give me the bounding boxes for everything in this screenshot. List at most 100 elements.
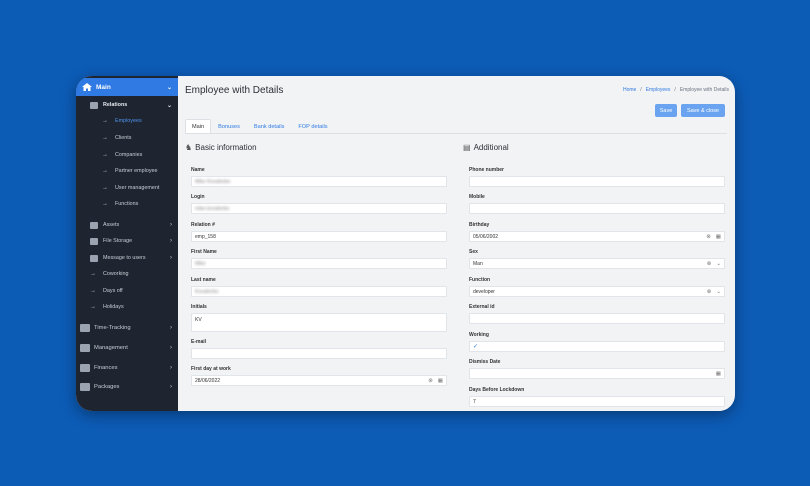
tab-bank-details[interactable]: Bank details (247, 119, 291, 133)
sidebar-item-main[interactable]: Main ⌄ (76, 78, 178, 96)
sidebar-item-finances[interactable]: Finances › (76, 362, 178, 374)
arrow-right-icon: → (90, 288, 96, 294)
sidebar-item-user-management[interactable]: → User management (76, 182, 178, 194)
home-icon (82, 83, 92, 91)
basic-info-title: ♞ Basic information (185, 143, 257, 152)
sidebar-main-label: Main (96, 83, 111, 91)
chevron-down-icon: ⌄ (166, 84, 172, 91)
sidebar-item-days-off[interactable]: → Days off (76, 285, 178, 297)
clear-icon[interactable]: ⊗ (706, 234, 711, 240)
chevron-right-icon: › (170, 365, 172, 371)
tab-fop-details[interactable]: FOP details (291, 119, 334, 133)
first-name-field[interactable]: Mike (191, 258, 447, 269)
clear-icon[interactable]: ⊗ (707, 261, 712, 267)
sidebar-item-assets[interactable]: Assets › (76, 219, 178, 231)
calendar-icon[interactable]: ▦ (716, 234, 721, 240)
sidebar-item-partner-employee[interactable]: → Partner employee (76, 165, 178, 177)
arrow-right-icon: → (102, 201, 108, 207)
sex-select[interactable]: Man ⊗ ⌄ (469, 258, 725, 269)
arrow-right-icon: → (90, 271, 96, 277)
function-select[interactable]: developer ⊗ ⌄ (469, 286, 725, 297)
birthday-label: Birthday (469, 222, 490, 228)
breadcrumb-separator: / (640, 87, 642, 93)
section-title-text: Additional (473, 143, 509, 152)
chevron-right-icon: › (170, 222, 172, 228)
sidebar-item-file-storage[interactable]: File Storage › (76, 235, 178, 247)
sidebar-item-label: Companies (115, 152, 143, 158)
sidebar-item-label: Packages (94, 384, 120, 390)
sex-label: Sex (469, 249, 478, 255)
form-panel: ♞ Basic information Name Mike Kovalenko … (185, 133, 727, 411)
sex-value: Man (473, 260, 483, 267)
days-lockdown-field[interactable]: 7 (469, 396, 725, 407)
sidebar-item-packages[interactable]: Packages › (76, 381, 178, 393)
last-name-field[interactable]: Kovalenko (191, 286, 447, 297)
sidebar-item-label: Time-Tracking (94, 325, 131, 331)
external-id-label: External id (469, 304, 495, 310)
sidebar-item-holidays[interactable]: → Holidays (76, 301, 178, 313)
first-name-label: First Name (191, 249, 217, 255)
arrow-right-icon: → (102, 135, 108, 141)
initials-label: Initials (191, 304, 207, 310)
days-lockdown-label: Days Before Lockdown (469, 387, 525, 393)
page-title: Employee with Details (185, 85, 284, 96)
first-day-value: 28/06/2022 (195, 377, 221, 384)
sidebar-item-message-to-users[interactable]: Message to users › (76, 252, 178, 264)
sidebar-item-label: Days off (103, 288, 123, 294)
tab-main[interactable]: Main (185, 119, 212, 133)
login-field[interactable]: mike.kovalenko (191, 203, 447, 214)
email-field[interactable] (191, 348, 447, 359)
relation-field[interactable]: emp_158 (191, 231, 447, 242)
message-icon (90, 254, 98, 262)
chevron-right-icon: › (170, 384, 172, 390)
relation-label: Relation # (191, 222, 215, 228)
sidebar-item-functions[interactable]: → Functions (76, 198, 178, 210)
first-day-field[interactable]: 28/06/2022 ⊗ ▦ (191, 375, 447, 386)
sidebar-item-label: File Storage (103, 238, 133, 244)
external-id-field[interactable] (469, 313, 725, 324)
first-name-value: Mike (195, 260, 206, 267)
clear-icon[interactable]: ⊗ (428, 378, 433, 384)
breadcrumb-home[interactable]: Home (623, 87, 636, 93)
name-field[interactable]: Mike Kovalenko (191, 176, 447, 187)
working-label: Working (469, 332, 489, 338)
breadcrumb: Home / Employees / Employee with Details (623, 87, 729, 93)
breadcrumb-employees[interactable]: Employees (646, 87, 671, 93)
sidebar-item-label: Finances (94, 365, 118, 371)
chevron-down-icon[interactable]: ⌄ (716, 289, 721, 295)
sidebar-item-relations[interactable]: Relations ⌄ (76, 99, 178, 111)
save-close-button[interactable]: Save & close (681, 104, 725, 117)
mobile-label: Mobile (469, 194, 485, 200)
calendar-icon[interactable]: ▦ (716, 371, 721, 377)
birthday-field[interactable]: 05/06/2002 ⊗ ▦ (469, 231, 725, 242)
sidebar-item-label: Assets (103, 222, 120, 228)
sidebar-item-label: Functions (115, 201, 139, 207)
arrow-right-icon: → (90, 304, 96, 310)
sidebar-item-coworking[interactable]: → Coworking (76, 268, 178, 280)
working-checkbox[interactable]: ✓ (469, 341, 725, 352)
dismiss-date-field[interactable]: ▦ (469, 368, 725, 379)
arrow-right-icon: → (102, 168, 108, 174)
chevron-down-icon: ⌄ (166, 102, 172, 109)
sidebar-item-employees[interactable]: → Employees (76, 115, 178, 127)
last-name-value: Kovalenko (195, 288, 219, 295)
calendar-icon[interactable]: ▦ (438, 378, 443, 384)
folder-icon (90, 237, 98, 245)
laptop-icon (90, 221, 98, 229)
section-title-text: Basic information (195, 143, 257, 152)
clear-icon[interactable]: ⊗ (707, 289, 712, 295)
tab-bonuses[interactable]: Bonuses (211, 119, 247, 133)
person-icon: ♞ (185, 143, 193, 152)
sidebar-item-management[interactable]: Management › (76, 342, 178, 354)
phone-field[interactable] (469, 176, 725, 187)
money-icon (80, 364, 90, 372)
arrow-right-icon: → (102, 118, 108, 124)
sidebar-item-time-tracking[interactable]: Time-Tracking › (76, 322, 178, 334)
sidebar-item-companies[interactable]: → Companies (76, 149, 178, 161)
chevron-down-icon[interactable]: ⌄ (716, 261, 721, 267)
sidebar-item-clients[interactable]: → Clients (76, 132, 178, 144)
save-button[interactable]: Save (655, 104, 677, 117)
function-label: Function (469, 277, 491, 283)
initials-field[interactable]: KV (191, 313, 447, 332)
mobile-field[interactable] (469, 203, 725, 214)
